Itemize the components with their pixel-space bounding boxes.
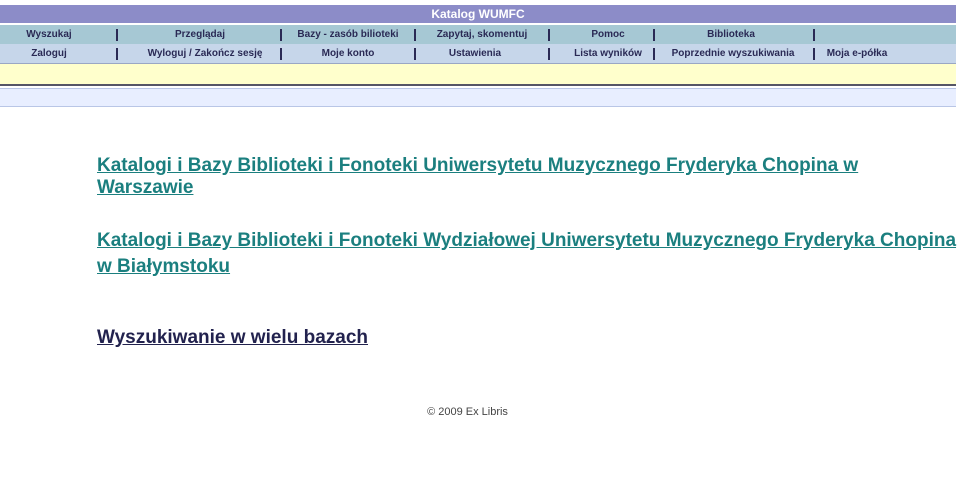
nav-poprzednie-wyszukiwania[interactable]: Poprzednie wyszukiwania — [655, 44, 811, 63]
page-header-title: Katalog WUMFC — [0, 5, 956, 23]
nav-separator — [813, 48, 815, 60]
top-nav-row: Wyszukaj Przeglądaj Bazy - zasób biliote… — [0, 25, 956, 44]
link-katalog-warszawa[interactable]: Katalogi i Bazy Biblioteki i Fonoteki Un… — [97, 155, 959, 199]
nav-ustawienia[interactable]: Ustawienia — [416, 44, 534, 63]
nav-zapytaj[interactable]: Zapytaj, skomentuj — [416, 25, 548, 44]
link-multi-base-search[interactable]: Wyszukiwanie w wielu bazach — [97, 327, 368, 349]
link-katalog-bialystok[interactable]: Katalogi i Bazy Biblioteki i Fonoteki Wy… — [97, 230, 956, 252]
nav-przegladaj[interactable]: Przeglądaj — [118, 25, 282, 44]
nav-separator — [813, 29, 815, 41]
link-katalog-bialystok-cont[interactable]: w Białymstoku — [97, 256, 230, 278]
divider-bar — [0, 88, 956, 107]
nav-pomoc[interactable]: Pomoc — [550, 25, 666, 44]
nav-bazy[interactable]: Bazy - zasób bilioteki — [282, 25, 414, 44]
nav-lista-wynikow[interactable]: Lista wyników — [550, 44, 666, 63]
footer-copyright: © 2009 Ex Libris — [427, 406, 508, 418]
nav-zaloguj[interactable]: Zaloguj — [0, 44, 98, 63]
nav-biblioteka[interactable]: Biblioteka — [655, 25, 807, 44]
nav-wyszukaj[interactable]: Wyszukaj — [0, 25, 98, 44]
nav-moja-e-polka[interactable]: Moja e-półka — [820, 44, 894, 63]
nav-wyloguj[interactable]: Wyloguj / Zakończ sesję — [118, 44, 292, 63]
nav-moje-konto[interactable]: Moje konto — [282, 44, 414, 63]
account-nav-row: Zaloguj Wyloguj / Zakończ sesję Moje kon… — [0, 44, 956, 64]
message-bar — [0, 64, 956, 86]
